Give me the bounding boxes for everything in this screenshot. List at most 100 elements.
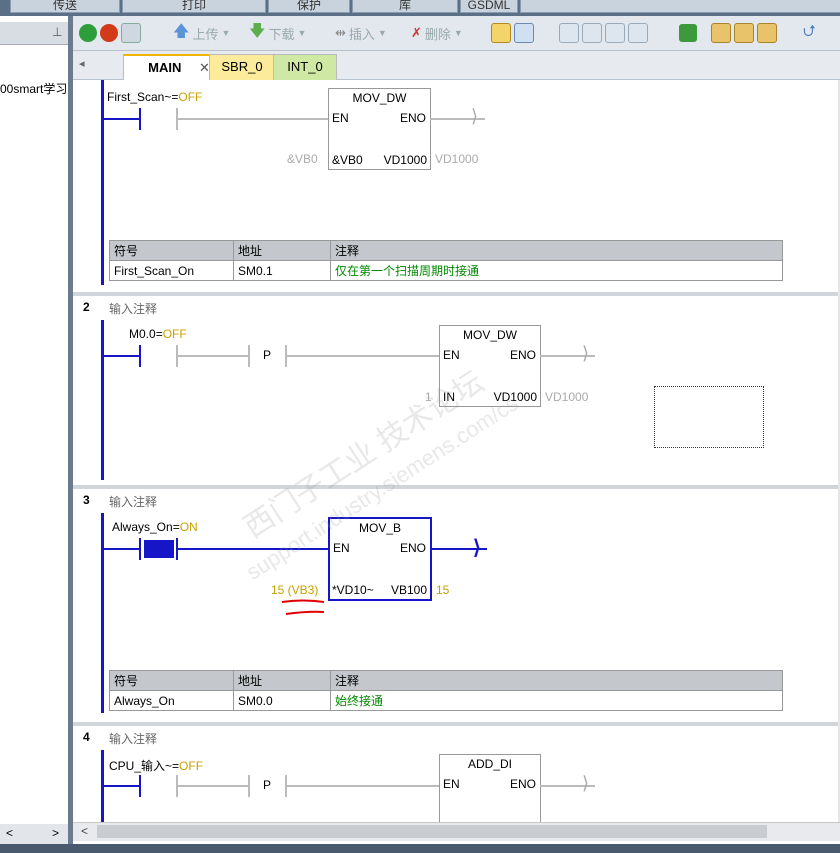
box-title: MOV_DW	[463, 328, 517, 342]
rung-wire	[104, 118, 140, 120]
out-operand[interactable]: 15	[436, 583, 449, 597]
contact-left-bar	[139, 538, 141, 560]
out-pin: VD1000	[383, 153, 427, 167]
symbol-cell: First_Scan_On	[109, 260, 234, 281]
dropdown-icon[interactable]: ▼	[378, 28, 387, 38]
symbol-header: 符号	[109, 240, 234, 261]
table-row: Always_On SM0.0 始终接通	[109, 690, 783, 711]
network-number: 3	[83, 493, 90, 507]
delete-button[interactable]: ✗ 删除 ▼	[411, 22, 463, 44]
network-comment[interactable]: 输入注释	[109, 730, 157, 747]
en-pin: EN	[333, 541, 350, 555]
ribbon-tab-protect[interactable]: 保护	[268, 0, 350, 13]
branch-right-icon[interactable]	[605, 23, 625, 43]
rung-wire	[104, 355, 140, 357]
red-annotation-underline	[281, 599, 325, 615]
tab-sbr0[interactable]: SBR_0	[209, 54, 275, 80]
symbol-cell: Always_On	[109, 690, 234, 711]
rung-wire	[287, 785, 439, 787]
network-view-icon[interactable]	[491, 23, 511, 43]
scroll-left-icon[interactable]: <	[6, 826, 13, 840]
run-icon[interactable]	[79, 24, 97, 42]
instruction-tree-icon[interactable]: ⮍	[803, 20, 816, 47]
contact-left-bar	[139, 345, 141, 367]
network-separator	[73, 485, 840, 489]
in-pin: &VB0	[332, 153, 363, 167]
in-operand[interactable]: 1	[425, 390, 432, 404]
unlock-icon[interactable]	[734, 23, 754, 43]
branch-left-icon[interactable]	[582, 23, 602, 43]
comment-header: 注释	[330, 240, 783, 261]
pin-icon[interactable]: ⊥	[52, 25, 62, 39]
in-operand[interactable]: 15 (VB3)	[271, 583, 318, 597]
output-arrow-icon: ⟩	[582, 773, 590, 793]
ribbon-tab-library[interactable]: 库	[352, 0, 458, 13]
unlock-all-icon[interactable]	[757, 23, 777, 43]
network-comment[interactable]: 输入注释	[109, 300, 157, 317]
table-row: First_Scan_On SM0.1 仅在第一个扫描周期时接通	[109, 260, 783, 281]
tab-nav-icon[interactable]: ◂	[79, 57, 85, 70]
box-title: ADD_DI	[467, 757, 512, 771]
goto-icon[interactable]	[679, 24, 697, 42]
network-comment[interactable]: 输入注释	[109, 493, 157, 510]
rung-wire	[178, 118, 328, 120]
insert-button[interactable]: ⇹ 插入 ▼	[335, 22, 387, 44]
contact-label: Always_On=ON	[112, 520, 198, 534]
dropdown-icon[interactable]: ▼	[297, 28, 306, 38]
rung-wire	[178, 355, 248, 357]
mov-dw-box[interactable]: MOV_DW EN ENO IN VD1000	[439, 325, 541, 407]
symbol-header: 符号	[109, 670, 234, 691]
ladder-editor[interactable]: First_Scan~=OFF MOV_DW EN ENO &VB0 VD100…	[73, 80, 840, 822]
contact-icon[interactable]	[559, 23, 579, 43]
horizontal-scrollbar[interactable]: <	[73, 822, 840, 841]
en-pin: EN	[443, 777, 460, 791]
mov-dw-box[interactable]: MOV_DW EN ENO &VB0 VD1000	[328, 88, 431, 170]
stop-icon[interactable]	[100, 24, 118, 42]
comment-cell: 仅在第一个扫描周期时接通	[330, 260, 783, 281]
contact-label: M0.0=OFF	[129, 327, 187, 341]
en-pin: EN	[443, 348, 460, 362]
out-operand[interactable]: VD1000	[545, 390, 588, 404]
out-pin: VD1000	[493, 390, 537, 404]
ribbon-tab-print[interactable]: 打印	[122, 0, 266, 13]
in-pin: IN	[443, 390, 455, 404]
comment-header: 注释	[330, 670, 783, 691]
delete-icon: ✗	[411, 25, 422, 40]
in-pin: *VD10~	[332, 583, 374, 597]
dropdown-icon[interactable]: ▼	[454, 28, 463, 38]
in-operand[interactable]: &VB0	[287, 152, 318, 166]
add-di-box[interactable]: ADD_DI EN ENO	[439, 754, 541, 822]
network-number: 2	[83, 300, 90, 314]
download-label: 下载	[268, 26, 295, 42]
compile-icon[interactable]	[121, 23, 141, 43]
ribbon-tab-empty	[520, 0, 840, 13]
selection-cursor[interactable]	[654, 386, 764, 448]
upload-label: 上传	[192, 26, 219, 42]
symbol-table: 符号 地址 注释 Always_On SM0.0 始终接通	[109, 670, 783, 711]
lock-icon[interactable]	[711, 23, 731, 43]
program-status-icon[interactable]	[514, 23, 534, 43]
tab-int0[interactable]: INT_0	[273, 54, 337, 80]
dropdown-icon[interactable]: ▼	[221, 28, 230, 38]
output-arrow-icon: ⟩	[582, 343, 590, 363]
address-cell: SM0.0	[233, 690, 331, 711]
eno-pin: ENO	[399, 541, 426, 555]
rung-wire	[178, 785, 248, 787]
mov-b-box[interactable]: MOV_B EN ENO *VD10~ VB100	[328, 517, 432, 601]
power-rail	[101, 80, 104, 285]
coil-icon[interactable]	[628, 23, 648, 43]
p-contact-left	[248, 345, 250, 367]
upload-button[interactable]: 🡅 上传 ▼	[173, 22, 230, 44]
ribbon-tab-gsdml[interactable]: GSDML	[460, 0, 518, 13]
p-contact-left	[248, 775, 250, 797]
scroll-right-icon[interactable]: >	[52, 826, 59, 840]
eno-pin: ENO	[509, 348, 536, 362]
scroll-thumb[interactable]	[97, 825, 767, 838]
tree-scrollbar[interactable]: < >	[0, 824, 68, 844]
tree-item[interactable]: 00smart学习	[0, 80, 68, 97]
scroll-left-icon[interactable]: <	[81, 824, 88, 838]
download-button[interactable]: 🡇 下载 ▼	[249, 22, 306, 44]
out-operand[interactable]: VD1000	[435, 152, 478, 166]
ribbon-tab-transfer[interactable]: 传送	[10, 0, 120, 13]
ribbon-bar: 传送 打印 保护 库 GSDML	[0, 0, 840, 16]
